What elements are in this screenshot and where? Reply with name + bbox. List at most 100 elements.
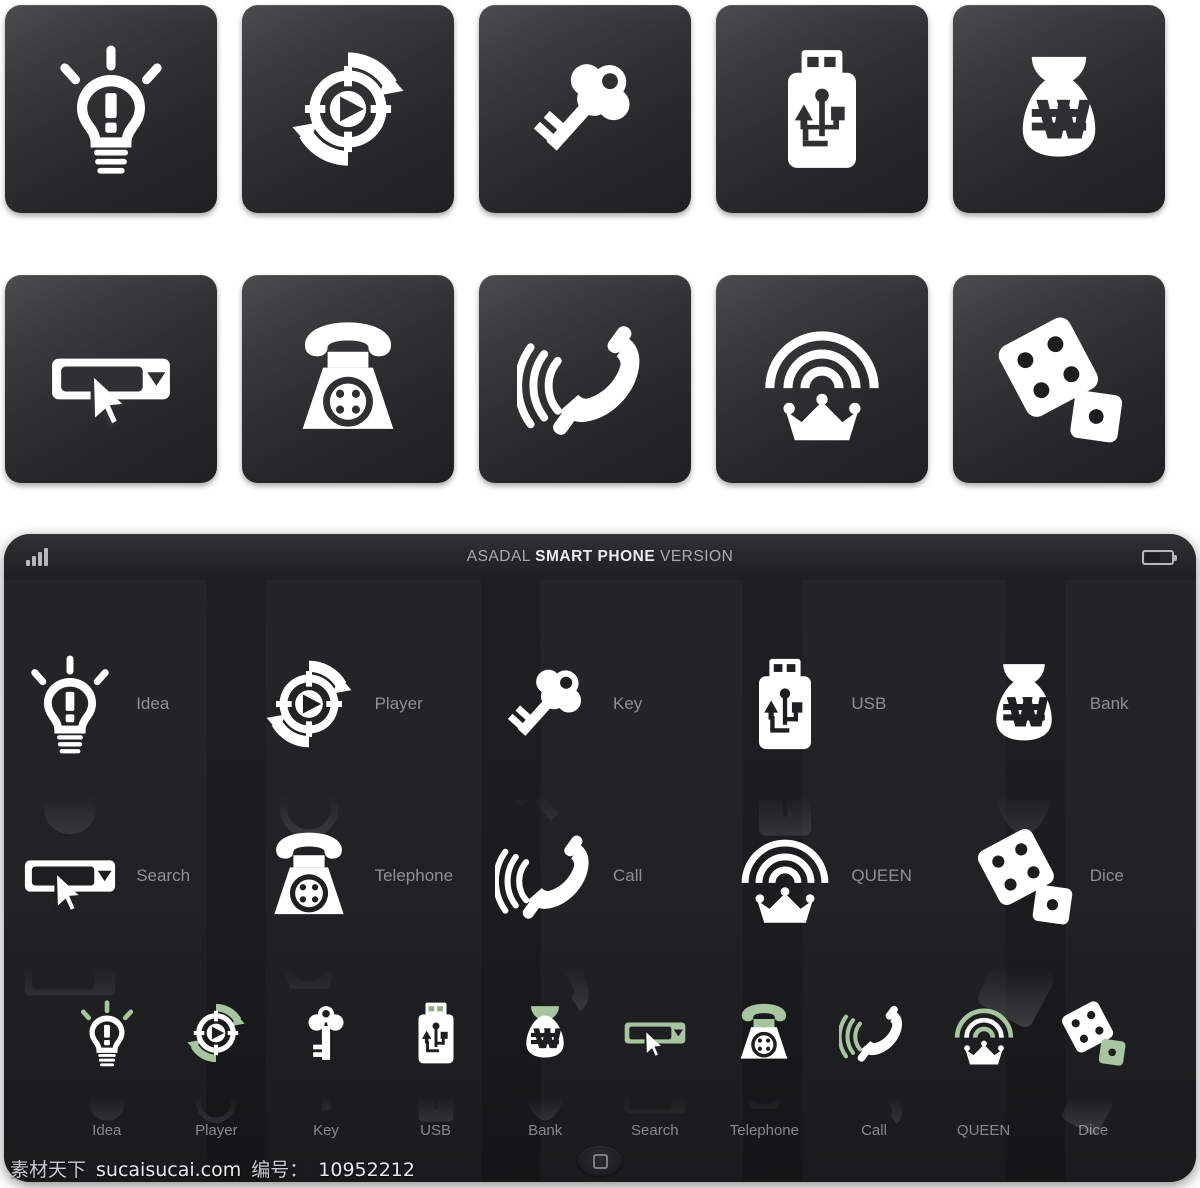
title-suffix: VERSION <box>660 548 734 565</box>
media-player-refresh-icon <box>181 998 251 1123</box>
phone-handset-ringing-icon <box>517 311 653 447</box>
strip-item-telephone[interactable]: Telephone <box>710 998 820 1139</box>
screen-item-label: Call <box>612 866 643 885</box>
icon-reflection <box>510 1068 580 1138</box>
crown-signal-icon <box>733 824 837 963</box>
screen-item-idea[interactable]: Idea <box>4 652 242 834</box>
strip-item-key[interactable]: Key <box>271 998 381 1139</box>
battery-icon <box>1142 549 1177 565</box>
icon-reflection <box>401 1068 471 1138</box>
icon-reflection <box>839 1068 909 1138</box>
key-icon <box>495 652 599 821</box>
screen-icon-row-1: Idea Player Key USB Bank <box>4 652 1196 838</box>
strip-item-dice[interactable]: Dice <box>1038 998 1148 1139</box>
screen-icon-strip: Idea Player Key USB Bank Search Telephon… <box>4 998 1196 1139</box>
media-player-refresh-icon <box>280 41 416 177</box>
tile-key[interactable] <box>479 5 691 213</box>
watermark: 素材天下 sucaisucai.com 编号： 10952212 <box>10 1155 415 1182</box>
key-icon <box>517 41 653 177</box>
smart-phone-device: ASADAL SMART PHONE VERSION Idea Player K… <box>4 534 1196 1182</box>
icon-tile-grid <box>0 0 1200 500</box>
tile-dice[interactable] <box>953 275 1165 483</box>
tile-call[interactable] <box>479 275 691 483</box>
title-strong: SMART PHONE <box>535 548 656 565</box>
tile-cell <box>953 5 1190 220</box>
tile-queen[interactable] <box>716 275 928 483</box>
screen-item-label: Idea <box>136 694 170 713</box>
icon-reflection <box>620 1068 690 1138</box>
strip-item-player[interactable]: Player <box>162 998 272 1139</box>
tile-cell <box>716 275 953 490</box>
screen-item-call[interactable]: Call <box>481 824 719 1012</box>
search-dropdown-cursor-icon <box>18 824 122 996</box>
tile-cell <box>716 5 953 220</box>
screen-item-label: Telephone <box>374 866 454 885</box>
media-player-refresh-icon <box>257 652 361 838</box>
money-bag-won-icon <box>972 652 1076 834</box>
screen-item-label: QUEEN <box>851 866 912 885</box>
strip-item-idea[interactable]: Idea <box>52 998 162 1139</box>
watermark-id-value: 10952212 <box>318 1159 415 1181</box>
strip-item-queen[interactable]: QUEEN <box>929 998 1039 1139</box>
rotary-telephone-icon <box>729 998 799 1109</box>
tile-idea[interactable] <box>5 5 217 213</box>
tile-cell <box>479 5 716 220</box>
usb-flash-drive-icon <box>754 41 890 177</box>
tile-cell <box>5 275 242 490</box>
rotary-telephone-icon <box>280 311 416 447</box>
screen-item-bank[interactable]: Bank <box>958 652 1196 834</box>
status-bar-title: ASADAL SMART PHONE VERSION <box>4 548 1196 566</box>
strip-item-bank[interactable]: Bank <box>490 998 600 1139</box>
screen-item-label: USB <box>851 694 887 713</box>
watermark-brand: 素材天下 <box>10 1159 87 1181</box>
tile-bank[interactable] <box>953 5 1165 213</box>
tile-search[interactable] <box>5 275 217 483</box>
title-prefix: ASADAL <box>466 548 531 565</box>
status-bar: ASADAL SMART PHONE VERSION <box>4 534 1196 580</box>
search-dropdown-cursor-icon <box>620 998 690 1114</box>
search-dropdown-cursor-icon <box>43 311 179 447</box>
icon-reflection <box>949 1068 1019 1138</box>
phone-handset-ringing-icon <box>494 824 599 1012</box>
screen-item-search[interactable]: Search <box>4 824 242 996</box>
tile-cell <box>242 5 479 220</box>
money-bag-won-icon <box>991 41 1127 177</box>
lightbulb-idea-icon <box>43 41 179 177</box>
strip-item-usb[interactable]: USB <box>381 998 491 1139</box>
strip-item-call[interactable]: Call <box>819 998 929 1139</box>
tile-usb[interactable] <box>716 5 928 213</box>
screen-item-dice[interactable]: Dice <box>958 824 1196 1027</box>
dice-pair-icon <box>972 824 1076 1027</box>
usb-flash-drive-icon <box>401 998 471 1122</box>
screen-item-player[interactable]: Player <box>242 652 480 838</box>
key-icon <box>291 998 361 1110</box>
icon-reflection <box>729 1068 799 1138</box>
screen-item-label: Search <box>136 866 191 885</box>
strip-item-search[interactable]: Search <box>600 998 710 1139</box>
screen-item-usb[interactable]: USB <box>719 652 957 836</box>
tile-cell <box>479 275 716 490</box>
dice-pair-icon <box>991 311 1127 447</box>
dice-pair-icon <box>1058 998 1128 1135</box>
screen-icon-row-2: Search Telephone Call QUEEN Dice <box>4 824 1196 1027</box>
lightbulb-idea-icon <box>18 652 122 834</box>
screen-item-label: Dice <box>1089 866 1124 885</box>
screen-item-queen[interactable]: QUEEN <box>719 824 957 963</box>
screen-item-label: Player <box>374 694 423 713</box>
crown-signal-icon <box>754 311 890 447</box>
watermark-id-label: 编号： <box>251 1159 309 1181</box>
icon-reflection <box>1058 1068 1128 1138</box>
icon-reflection <box>181 1068 251 1138</box>
phone-screen: Idea Player Key USB Bank Search Telephon… <box>4 580 1196 1182</box>
icon-reflection <box>72 1068 142 1138</box>
screen-item-telephone[interactable]: Telephone <box>242 824 480 989</box>
page-root: ASADAL SMART PHONE VERSION Idea Player K… <box>0 0 1200 1188</box>
tile-player[interactable] <box>242 5 454 213</box>
tile-telephone[interactable] <box>242 275 454 483</box>
screen-item-key[interactable]: Key <box>481 652 719 821</box>
tile-cell <box>5 5 242 220</box>
tile-cell <box>953 275 1190 490</box>
crown-signal-icon <box>949 998 1019 1092</box>
home-button[interactable] <box>578 1146 622 1176</box>
screen-item-label: Bank <box>1089 694 1129 713</box>
